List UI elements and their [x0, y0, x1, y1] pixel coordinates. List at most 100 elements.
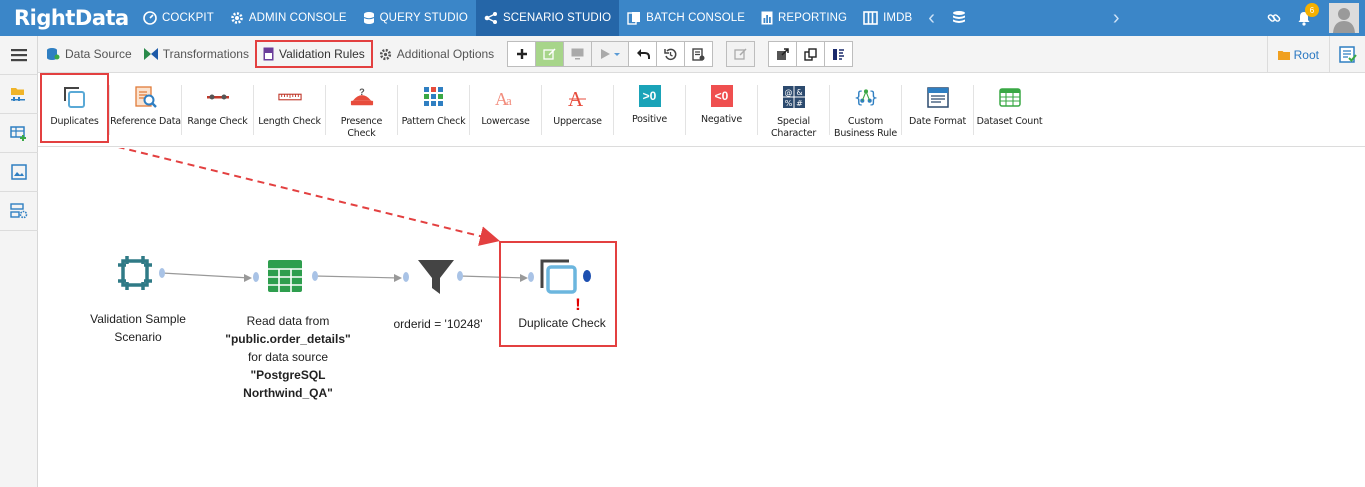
nav-query-studio[interactable]: QUERY STUDIO — [355, 0, 476, 36]
funnel-icon — [418, 260, 454, 294]
copy-button[interactable] — [796, 41, 826, 67]
rule-custom-business-rule[interactable]: {} Custom Business Rule — [830, 73, 901, 147]
tab-transformations[interactable]: Transformations — [138, 40, 255, 68]
layout-icon — [833, 48, 845, 60]
rule-negative[interactable]: <0 Negative — [686, 73, 757, 147]
folder-icon — [1277, 50, 1290, 60]
left-sidebar — [0, 36, 38, 487]
output-port[interactable] — [457, 271, 463, 281]
rule-uppercase[interactable]: A Uppercase — [542, 73, 613, 147]
tab-data-source[interactable]: Data Source — [40, 40, 138, 68]
nav-batch-console[interactable]: BATCH CONSOLE — [619, 0, 753, 36]
undo-button[interactable] — [628, 41, 658, 67]
input-port[interactable] — [253, 272, 259, 282]
sidebar-add-scenario[interactable] — [0, 114, 38, 153]
columns-icon — [863, 11, 878, 25]
edit-disabled-button[interactable] — [726, 41, 756, 67]
crop-icon — [118, 256, 152, 290]
rule-range-check[interactable]: Range Check — [182, 73, 253, 147]
nav-admin-console[interactable]: ADMIN CONSOLE — [222, 0, 355, 36]
picture-icon — [11, 164, 27, 180]
report-icon — [761, 11, 773, 25]
checklist-button[interactable] — [1329, 36, 1365, 73]
validate-doc-icon — [692, 47, 705, 61]
app-logo[interactable]: RightData — [0, 0, 135, 36]
filter-node[interactable] — [403, 260, 463, 294]
rule-special-character[interactable]: @ &% # Special Character — [758, 73, 829, 147]
tab-additional-options[interactable]: Additional Options — [373, 40, 500, 68]
svg-text:&: & — [796, 88, 802, 97]
rule-label: Custom Business Rule — [834, 116, 897, 139]
rule-presence-check[interactable]: ? Presence Check — [326, 73, 397, 147]
read-data-node-label: Read data from "public.order_details" fo… — [225, 314, 351, 400]
toolbar-actions — [507, 41, 854, 67]
rule-reference-data[interactable]: Reference Data — [110, 73, 181, 147]
sidebar-settings-flow[interactable] — [0, 192, 38, 231]
sidebar-image-view[interactable] — [0, 153, 38, 192]
nav-scroll-left-icon[interactable]: ‹ — [920, 0, 943, 36]
add-button[interactable] — [507, 41, 537, 67]
avatar[interactable] — [1329, 3, 1359, 33]
tab-label: Data Source — [65, 47, 132, 61]
output-port[interactable] — [159, 268, 165, 278]
range-check-icon — [206, 94, 229, 100]
positive-icon: >0 — [642, 89, 657, 103]
nav-scenario-studio[interactable]: SCENARIO STUDIO — [475, 0, 620, 36]
svg-text:?: ? — [359, 87, 365, 97]
scenario-start-node[interactable] — [118, 256, 165, 290]
negative-icon: <0 — [714, 89, 729, 103]
layout-button[interactable] — [824, 41, 854, 67]
root-folder-button[interactable]: Root — [1266, 36, 1329, 73]
run-button[interactable] — [591, 41, 630, 67]
output-port[interactable] — [312, 271, 318, 281]
svg-text:{: { — [854, 88, 863, 107]
uppercase-icon: A — [568, 87, 586, 109]
nav-label: ADMIN CONSOLE — [248, 12, 347, 24]
rule-label: Pattern Check — [401, 116, 466, 127]
pattern-check-icon — [423, 87, 443, 106]
lowercase-icon: Aa — [495, 89, 512, 109]
rule-length-check[interactable]: Length Check — [254, 73, 325, 147]
nav-more-database[interactable] — [943, 0, 975, 36]
svg-text:a: a — [506, 93, 512, 108]
rule-dataset-count[interactable]: Dataset Count — [974, 73, 1045, 147]
preview-button[interactable] — [563, 41, 593, 67]
edit-icon — [543, 47, 556, 60]
rule-lowercase[interactable]: Aa Lowercase — [470, 73, 541, 147]
rule-label: Negative — [700, 114, 743, 125]
scenario-canvas[interactable]: ! Validation Sample Scenario Read data f… — [38, 148, 1365, 487]
sidebar-open-folder[interactable] — [0, 75, 38, 114]
rule-positive[interactable]: >0 Positive — [614, 73, 685, 147]
monitor-icon — [571, 48, 584, 60]
edit-button[interactable] — [535, 41, 565, 67]
folder-tree-icon — [11, 88, 25, 101]
rule-label: Positive — [631, 114, 668, 125]
table-icon — [268, 260, 302, 292]
nav-reporting[interactable]: REPORTING — [753, 0, 855, 36]
play-icon — [601, 49, 621, 59]
nav-cockpit[interactable]: COCKPIT — [135, 0, 222, 36]
nav-scroll-right-icon[interactable]: › — [1105, 0, 1128, 36]
read-data-node[interactable] — [253, 260, 318, 292]
history-button[interactable] — [656, 41, 686, 67]
input-port[interactable] — [403, 272, 409, 282]
export-button[interactable] — [768, 41, 798, 67]
hamburger-icon — [11, 49, 27, 62]
transform-icon — [143, 48, 158, 60]
validate-button[interactable] — [684, 41, 714, 67]
gear-icon — [379, 48, 391, 60]
rule-date-format[interactable]: Date Format — [902, 73, 973, 147]
menu-button[interactable] — [0, 36, 38, 75]
nav-imdb[interactable]: IMDB — [855, 0, 920, 36]
plus-icon — [516, 49, 527, 59]
link-button[interactable] — [1259, 0, 1289, 36]
rule-duplicates[interactable]: Duplicates — [40, 73, 109, 143]
rule-label: Presence Check — [340, 116, 383, 139]
date-format-icon — [926, 87, 949, 108]
tab-label: Validation Rules — [278, 47, 365, 61]
settings-flow-icon — [10, 203, 28, 219]
rule-pattern-check[interactable]: Pattern Check — [398, 73, 469, 147]
length-check-icon — [277, 93, 302, 101]
notifications-button[interactable]: 6 — [1289, 0, 1319, 36]
tab-validation-rules[interactable]: Validation Rules — [254, 40, 373, 68]
